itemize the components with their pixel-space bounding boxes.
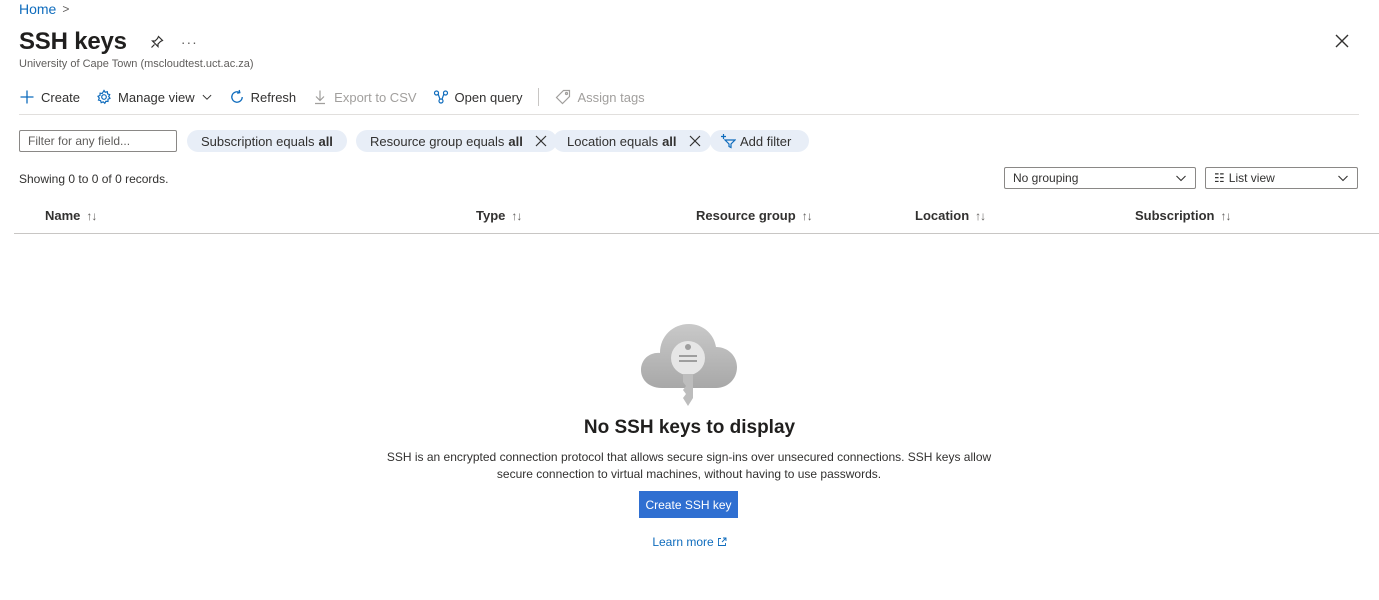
sort-icon: ↑↓ — [86, 208, 97, 223]
column-label: Resource group — [696, 208, 796, 223]
pill-prefix: Resource group equals — [370, 133, 505, 149]
manage-view-button[interactable]: Manage view — [96, 89, 213, 105]
pill-prefix: Location equals — [567, 133, 659, 149]
column-header-type[interactable]: Type ↑↓ — [476, 208, 522, 223]
column-header-name[interactable]: Name ↑↓ — [45, 208, 97, 223]
pill-value: all — [318, 133, 333, 149]
chevron-down-icon — [1338, 175, 1348, 182]
open-query-button[interactable]: Open query — [433, 89, 523, 105]
refresh-icon — [230, 89, 243, 103]
assign-tags-label: Assign tags — [577, 89, 645, 105]
view-selected-wrap: ☷ List view — [1214, 171, 1275, 185]
pill-value: all — [508, 133, 523, 149]
sort-icon: ↑↓ — [801, 208, 813, 223]
learn-more-wrap: Learn more — [0, 535, 1379, 549]
column-label: Name — [45, 208, 81, 223]
remove-filter-icon[interactable] — [535, 135, 547, 147]
page-subtitle: University of Cape Town (mscloudtest.uct… — [19, 58, 254, 70]
sort-icon: ↑↓ — [975, 208, 986, 223]
page-title: SSH keys — [19, 28, 127, 55]
assign-tags-button[interactable]: Assign tags — [555, 89, 645, 105]
list-view-icon: ☷ — [1214, 171, 1225, 185]
manage-view-label: Manage view — [118, 89, 195, 105]
chevron-down-icon — [1176, 175, 1186, 182]
refresh-button[interactable]: Refresh — [229, 89, 297, 105]
column-header-subscription[interactable]: Subscription ↑↓ — [1135, 208, 1231, 223]
column-header-resource-group[interactable]: Resource group ↑↓ — [696, 208, 813, 223]
column-label: Type — [476, 208, 506, 223]
records-count: Showing 0 to 0 of 0 records. — [19, 172, 169, 186]
chevron-down-icon — [202, 94, 212, 100]
empty-state-description: SSH is an encrypted connection protocol … — [386, 450, 992, 481]
grouping-dropdown[interactable]: No grouping — [1004, 167, 1196, 189]
filter-pill-subscription[interactable]: Subscription equals all — [187, 130, 347, 152]
column-label: Subscription — [1135, 208, 1215, 223]
create-ssh-key-button[interactable]: Create SSH key — [639, 491, 738, 518]
cloud-key-icon — [641, 324, 737, 406]
breadcrumb-separator: > — [62, 2, 70, 16]
external-link-icon — [717, 537, 727, 546]
more-options-icon[interactable]: ··· — [181, 34, 198, 50]
toolbar-separator — [538, 88, 540, 106]
create-button[interactable]: Create — [19, 89, 80, 105]
add-filter-button[interactable]: Add filter — [710, 130, 810, 152]
sort-icon: ↑↓ — [511, 208, 522, 223]
title-row: SSH keys ··· — [19, 28, 198, 56]
pin-icon[interactable] — [149, 34, 165, 50]
filter-pill-location[interactable]: Location equals all — [553, 130, 711, 152]
pill-prefix: Subscription equals — [201, 133, 315, 149]
column-header-location[interactable]: Location ↑↓ — [915, 208, 986, 223]
table-header-divider — [14, 233, 1379, 234]
learn-more-link[interactable]: Learn more — [652, 535, 727, 549]
query-icon — [433, 90, 448, 104]
refresh-label: Refresh — [250, 89, 297, 105]
tag-icon — [556, 89, 571, 105]
learn-more-label: Learn more — [652, 535, 714, 549]
add-filter-label: Add filter — [740, 133, 792, 149]
pill-value: all — [662, 133, 677, 149]
breadcrumb-home-link[interactable]: Home — [19, 1, 56, 17]
toolbar-divider — [19, 114, 1359, 115]
empty-state-title: No SSH keys to display — [583, 417, 796, 438]
create-label: Create — [41, 89, 81, 105]
command-bar: Create Manage view Refresh Export to CSV — [19, 86, 661, 108]
close-icon[interactable] — [1333, 32, 1351, 50]
open-query-label: Open query — [454, 89, 523, 105]
add-filter-icon — [721, 134, 736, 149]
gear-icon — [97, 89, 111, 105]
remove-filter-icon[interactable] — [689, 135, 701, 147]
download-icon — [315, 90, 326, 105]
export-csv-button[interactable]: Export to CSV — [312, 89, 417, 105]
view-selected: List view — [1228, 171, 1275, 185]
column-label: Location — [915, 208, 970, 223]
filter-input[interactable] — [19, 130, 177, 152]
export-csv-label: Export to CSV — [334, 89, 417, 105]
plus-icon — [20, 90, 34, 104]
filter-pill-resource-group[interactable]: Resource group equals all — [356, 130, 557, 152]
breadcrumb: Home > — [19, 1, 69, 17]
view-dropdown[interactable]: ☷ List view — [1205, 167, 1358, 189]
sort-icon: ↑↓ — [1220, 208, 1231, 223]
ssh-keys-page: Home > SSH keys ··· University of Cape T… — [0, 0, 1379, 600]
grouping-selected: No grouping — [1013, 171, 1079, 185]
